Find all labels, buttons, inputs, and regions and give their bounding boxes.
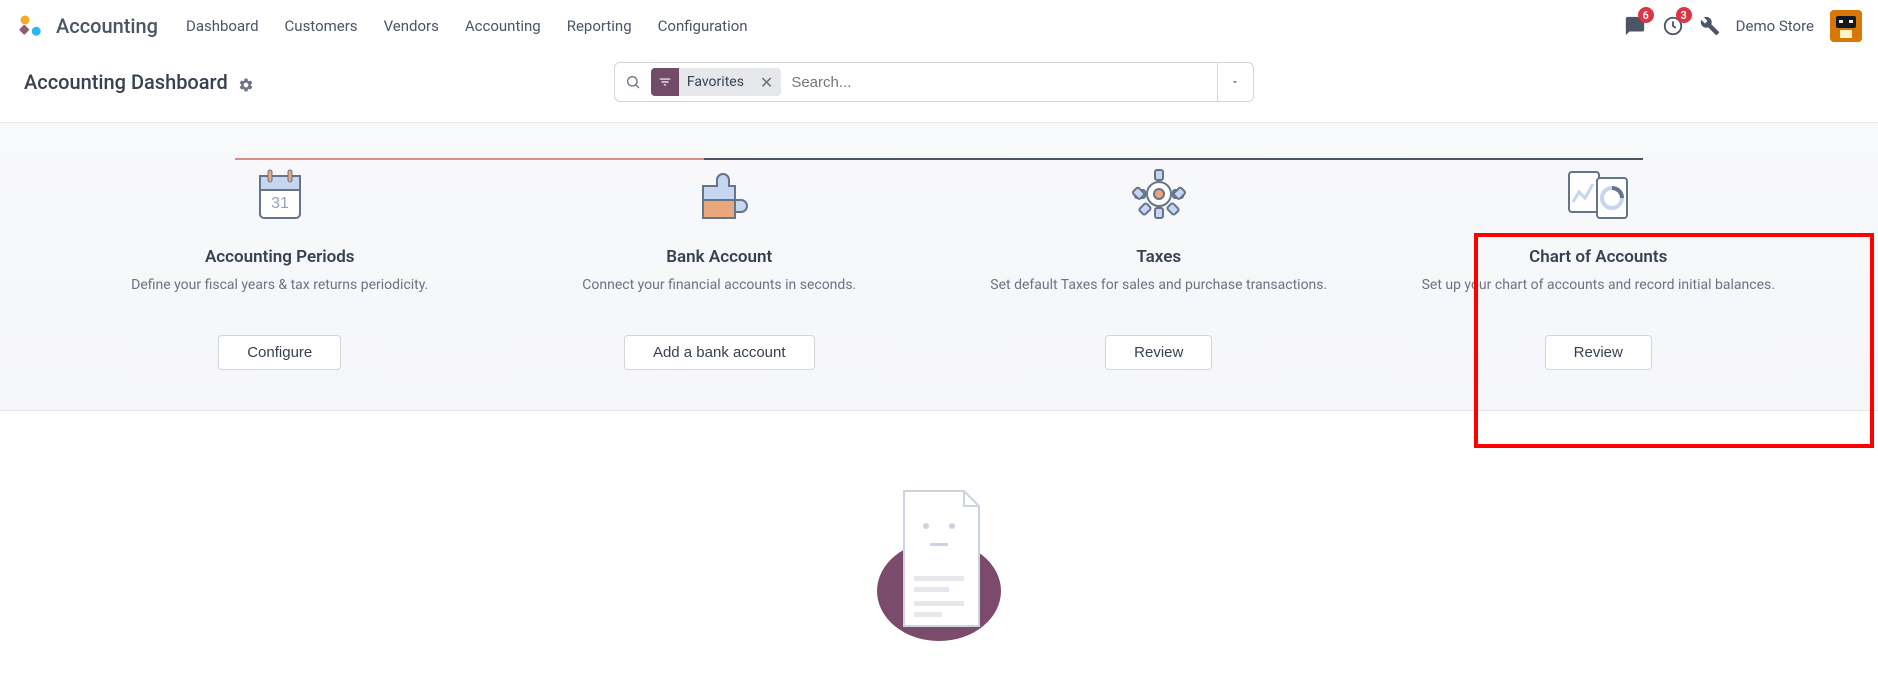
step-desc: Set default Taxes for sales and purchase… <box>990 275 1327 317</box>
step-taxes: Taxes Set default Taxes for sales and pu… <box>939 159 1379 370</box>
messages-badge: 6 <box>1638 7 1654 23</box>
control-panel: Accounting Dashboard Favorites ✕ <box>0 52 1878 122</box>
top-navbar: Accounting Dashboard Customers Vendors A… <box>0 0 1878 52</box>
search-box: Favorites ✕ <box>614 62 1254 102</box>
breadcrumb: Accounting Dashboard <box>24 70 254 94</box>
nav-customers[interactable]: Customers <box>285 17 358 35</box>
filter-chip-favorites: Favorites ✕ <box>651 68 781 96</box>
configure-button[interactable]: Configure <box>218 335 341 370</box>
messages-icon[interactable]: 6 <box>1624 15 1646 37</box>
nav-accounting[interactable]: Accounting <box>465 17 541 35</box>
review-coa-button[interactable]: Review <box>1545 335 1652 370</box>
search-options-dropdown[interactable] <box>1217 63 1253 101</box>
filter-chip-label: Favorites <box>679 74 752 90</box>
step-desc: Set up your chart of accounts and record… <box>1422 275 1775 317</box>
onboarding-steps: 31 Accounting Periods Define your fiscal… <box>60 159 1818 370</box>
activities-icon[interactable]: 3 <box>1662 15 1684 37</box>
empty-document-icon <box>864 481 1014 641</box>
gear-large-icon <box>1124 159 1194 229</box>
filter-icon <box>651 68 679 96</box>
step-accounting-periods: 31 Accounting Periods Define your fiscal… <box>60 159 500 370</box>
add-bank-account-button[interactable]: Add a bank account <box>624 335 815 370</box>
svg-text:31: 31 <box>271 195 289 212</box>
app-title[interactable]: Accounting <box>56 14 158 38</box>
nav-right: 6 3 Demo Store <box>1624 10 1862 42</box>
step-chart-of-accounts: Chart of Accounts Set up your chart of a… <box>1379 159 1819 370</box>
debug-icon[interactable] <box>1700 16 1720 36</box>
filter-chip-close-icon[interactable]: ✕ <box>752 73 781 92</box>
avatar[interactable] <box>1830 10 1862 42</box>
activities-badge: 3 <box>1676 7 1692 23</box>
puzzle-icon <box>684 159 754 229</box>
search-input[interactable] <box>787 63 1217 101</box>
chart-icon <box>1563 159 1633 229</box>
search-icon <box>615 74 651 90</box>
review-taxes-button[interactable]: Review <box>1105 335 1212 370</box>
step-title: Accounting Periods <box>205 247 355 267</box>
page-title: Accounting Dashboard <box>24 70 228 94</box>
step-title: Bank Account <box>666 247 772 267</box>
empty-state <box>0 411 1878 641</box>
user-name[interactable]: Demo Store <box>1736 17 1814 35</box>
main-menu: Dashboard Customers Vendors Accounting R… <box>186 17 1624 35</box>
step-desc: Connect your financial accounts in secon… <box>582 275 856 317</box>
nav-reporting[interactable]: Reporting <box>567 17 632 35</box>
nav-dashboard[interactable]: Dashboard <box>186 17 259 35</box>
step-title: Chart of Accounts <box>1529 247 1667 267</box>
search-container: Favorites ✕ <box>614 62 1254 102</box>
nav-configuration[interactable]: Configuration <box>658 17 748 35</box>
nav-vendors[interactable]: Vendors <box>384 17 439 35</box>
step-desc: Define your fiscal years & tax returns p… <box>131 275 428 317</box>
step-bank-account: Bank Account Connect your financial acco… <box>500 159 940 370</box>
gear-icon[interactable] <box>238 74 254 90</box>
onboarding-panel: 31 Accounting Periods Define your fiscal… <box>0 122 1878 411</box>
step-connector-2 <box>704 158 1174 160</box>
app-logo-icon[interactable] <box>16 11 46 41</box>
step-title: Taxes <box>1136 247 1181 267</box>
calendar-icon: 31 <box>245 159 315 229</box>
